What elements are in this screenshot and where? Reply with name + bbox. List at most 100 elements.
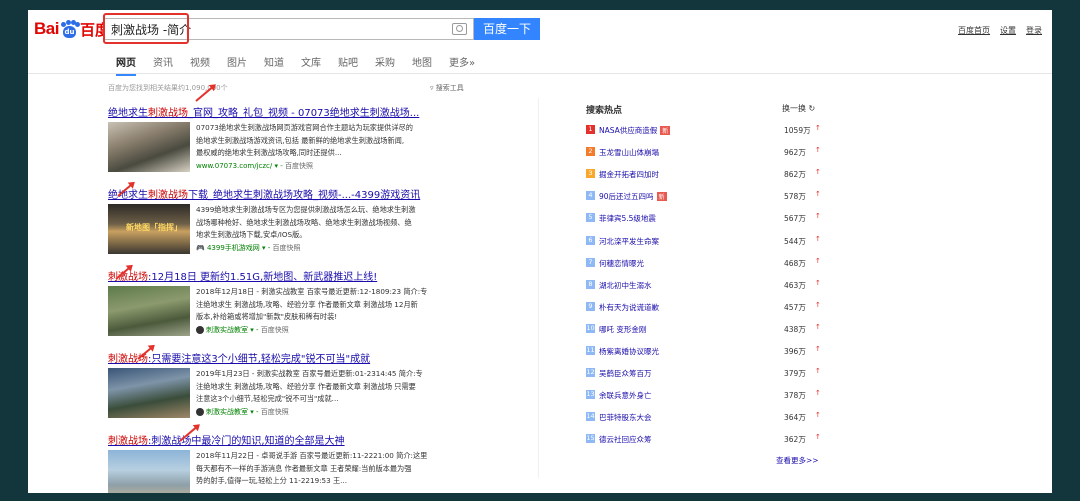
result-thumbnail[interactable] <box>108 122 190 172</box>
hot-item-link[interactable]: 朴有天为说谎道歉 <box>599 302 659 313</box>
result-thumbnail[interactable]: 新地图「指挥」 <box>108 204 190 254</box>
hot-item-count: 962万 <box>784 148 806 158</box>
trend-up-icon: ↑ <box>815 190 821 199</box>
hot-item-count: 438万 <box>784 324 806 334</box>
hot-search-item[interactable]: 15 德云社回应众筹 362万 ↑ <box>586 432 826 452</box>
hot-item-link[interactable]: 掘金开拓者四加时 <box>599 169 659 180</box>
tabs-divider <box>28 73 1052 74</box>
search-button[interactable]: 百度一下 <box>474 18 540 40</box>
trend-up-icon: ↑ <box>815 367 821 376</box>
result-snippet: 2018年12月18日 - 刺激实战教室 百家号最近更新:12-1809:23 … <box>196 287 428 334</box>
hot-item-link[interactable]: 德云社回应众筹 <box>599 434 652 445</box>
logo-bai-text: Bai <box>34 19 59 38</box>
login-link[interactable]: 登录 <box>1026 25 1042 36</box>
hot-item-link[interactable]: 余联兵意外身亡 <box>599 390 652 401</box>
search-result: 刺激战场:12月18日 更新约1.51G,新地图、新武器推迟上线! 2018年1… <box>108 268 468 336</box>
hot-search-panel: 搜索热点 换一换 ↻ <box>586 103 826 116</box>
top-right-links: 百度首页 设置 登录 <box>958 25 1042 36</box>
result-snippet: 4399绝地求生刺激战场专区为您提供刺激战场怎么玩、绝地求生刺激 战场哪种枪好、… <box>196 205 416 252</box>
result-title-link[interactable]: 刺激战场:只需要注意这3个小细节,轻松完成"锐不可当"成就 <box>108 350 468 365</box>
hot-item-count: 379万 <box>784 369 806 379</box>
hot-search-item[interactable]: 3 掘金开拓者四加时 862万 ↑ <box>586 167 826 187</box>
result-title-link[interactable]: 绝地求生刺激战场_官网_攻略_礼包_视频 - 07073绝地求生刺激战场... <box>108 104 468 119</box>
hot-item-link[interactable]: 何穗恋情曝光 <box>599 258 644 269</box>
search-result: 绝地求生刺激战场下载_绝地求生刺激战场攻略_视频-...-4399游戏资讯 新地… <box>108 186 468 254</box>
hot-rank-badge: 6 <box>586 235 595 245</box>
search-tools-label: 搜索工具 <box>435 84 464 92</box>
camera-icon[interactable] <box>452 23 467 35</box>
hot-item-link[interactable]: 湖北初中生溺水 <box>599 280 652 291</box>
settings-link[interactable]: 设置 <box>1000 25 1016 36</box>
search-tools-link[interactable]: ▿ 搜索工具 <box>430 83 464 93</box>
trend-up-icon: ↑ <box>815 411 821 420</box>
hot-search-item[interactable]: 1 NASA供应商造假新 1059万 ↑ <box>586 123 826 143</box>
trend-up-icon: ↑ <box>815 300 821 309</box>
hot-item-count: 1059万 <box>784 126 811 135</box>
hot-item-link[interactable]: 90后还过五四吗新 <box>599 191 667 202</box>
refresh-label: 换一换 <box>782 104 806 113</box>
hot-search-item[interactable]: 6 河北滦平发生命案 544万 ↑ <box>586 234 826 254</box>
hot-item-count: 578万 <box>784 192 806 202</box>
refresh-button[interactable]: 换一换 ↻ <box>782 103 815 114</box>
hot-search-item[interactable]: 10 哪吒 变形金刚 438万 ↑ <box>586 322 826 342</box>
hot-search-item[interactable]: 2 玉龙雪山山体崩塌 962万 ↑ <box>586 145 826 165</box>
hot-item-link[interactable]: 菲律宾5.5级地震 <box>599 213 656 224</box>
column-divider <box>538 98 539 478</box>
result-thumbnail[interactable] <box>108 368 190 418</box>
result-thumbnail[interactable] <box>108 286 190 336</box>
logo-du-text: du <box>64 28 75 36</box>
snapshot-link[interactable]: 百度快照 <box>273 244 301 252</box>
refresh-icon: ↻ <box>808 104 816 113</box>
hot-rank-badge: 14 <box>586 412 595 422</box>
hot-item-link[interactable]: 哪吒 变形金刚 <box>599 324 646 335</box>
hot-search-item[interactable]: 8 湖北初中生溺水 463万 ↑ <box>586 278 826 298</box>
hot-rank-badge: 15 <box>586 434 595 444</box>
hot-rank-badge: 11 <box>586 346 595 355</box>
result-title-link[interactable]: 绝地求生刺激战场下载_绝地求生刺激战场攻略_视频-...-4399游戏资讯 <box>108 186 468 201</box>
hot-item-count: 544万 <box>784 236 806 246</box>
trend-up-icon: ↑ <box>815 389 821 398</box>
result-url[interactable]: 刺激实战教室 <box>206 408 248 416</box>
snapshot-link[interactable]: 百度快照 <box>285 162 313 170</box>
snapshot-link[interactable]: 百度快照 <box>261 408 289 416</box>
new-badge: 新 <box>656 192 667 202</box>
home-link[interactable]: 百度首页 <box>958 25 990 36</box>
hot-search-item[interactable]: 14 巴菲特股东大会 364万 ↑ <box>586 410 826 430</box>
hot-rank-badge: 13 <box>586 390 595 400</box>
trend-up-icon: ↑ <box>815 256 821 265</box>
trend-up-icon: ↑ <box>815 168 821 177</box>
hot-item-link[interactable]: NASA供应商造假新 <box>599 125 671 136</box>
result-url[interactable]: 刺激实战教室 <box>206 326 248 334</box>
search-result: 绝地求生刺激战场_官网_攻略_礼包_视频 - 07073绝地求生刺激战场... … <box>108 104 468 172</box>
trend-up-icon: ↑ <box>815 278 821 287</box>
hot-search-item[interactable]: 12 吴鹤臣众筹百万 379万 ↑ <box>586 366 826 386</box>
annotation-highlight-box <box>103 13 189 44</box>
trend-up-icon: ↑ <box>815 322 821 331</box>
result-thumbnail[interactable] <box>108 450 190 493</box>
hot-item-link[interactable]: 巴菲特股东大会 <box>599 412 652 423</box>
trend-up-icon: ↑ <box>815 345 821 353</box>
hot-search-item[interactable]: 13 余联兵意外身亡 378万 ↑ <box>586 388 826 408</box>
new-badge: 新 <box>660 126 671 135</box>
hot-search-item[interactable]: 7 何穗恋情曝光 468万 ↑ <box>586 256 826 276</box>
hot-item-link[interactable]: 杨紫离婚协议曝光 <box>599 346 659 357</box>
search-result: 刺激战场:刺激战场中最冷门的知识,知道的全部是大神 2018年11月22日 - … <box>108 432 468 493</box>
result-title-link[interactable]: 刺激战场:12月18日 更新约1.51G,新地图、新武器推迟上线! <box>108 268 468 283</box>
result-url[interactable]: 4399手机游戏网 <box>207 244 260 252</box>
hot-item-count: 468万 <box>784 258 806 268</box>
trend-up-icon: ↑ <box>815 433 821 442</box>
result-snippet: 2018年11月22日 - 卓哥说手游 百家号最近更新:11-2221:00 简… <box>196 451 428 485</box>
result-title-link[interactable]: 刺激战场:刺激战场中最冷门的知识,知道的全部是大神 <box>108 432 468 447</box>
hot-search-item[interactable]: 11 杨紫离婚协议曝光 396万 ↑ <box>586 344 826 364</box>
hot-item-link[interactable]: 河北滦平发生命案 <box>599 236 659 247</box>
hot-item-link[interactable]: 吴鹤臣众筹百万 <box>599 368 652 379</box>
hot-search-item[interactable]: 5 菲律宾5.5级地震 567万 ↑ <box>586 211 826 231</box>
result-snippet: 2019年1月23日 - 刺激实战教室 百家号最近更新:01-2314:45 简… <box>196 369 423 416</box>
hot-item-link[interactable]: 玉龙雪山山体崩塌 <box>599 147 659 158</box>
result-url[interactable]: www.07073.com/jczc/ <box>196 162 272 170</box>
baidu-logo[interactable]: Bai du 百度 <box>34 18 110 40</box>
hot-search-item[interactable]: 4 90后还过五四吗新 578万 ↑ <box>586 189 826 209</box>
hot-search-item[interactable]: 9 朴有天为说谎道歉 457万 ↑ <box>586 300 826 320</box>
snapshot-link[interactable]: 百度快照 <box>261 326 289 334</box>
see-more-link[interactable]: 查看更多>> <box>776 455 819 466</box>
